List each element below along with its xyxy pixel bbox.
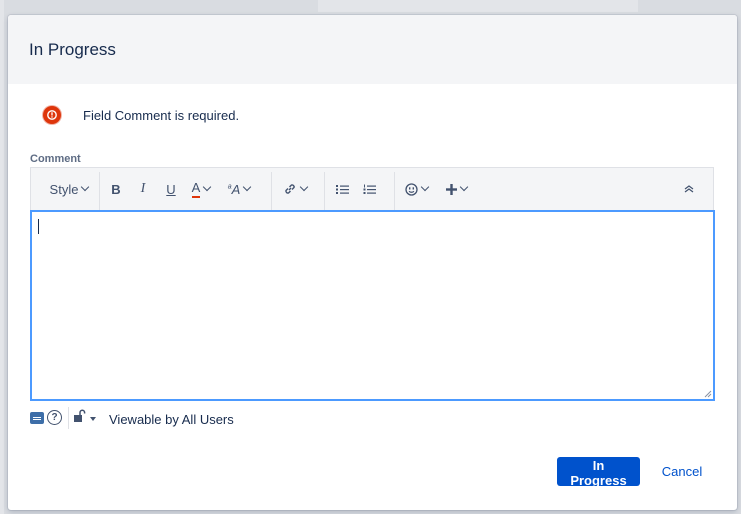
chevron-down-icon <box>243 182 252 192</box>
chevron-down-icon <box>81 182 90 192</box>
bullet-list-button[interactable] <box>331 168 353 210</box>
dialog-title: In Progress <box>29 40 116 59</box>
caret-down-icon <box>90 417 96 421</box>
comment-field-label: Comment <box>30 153 81 165</box>
underline-icon: U <box>166 181 176 197</box>
attachment-icon[interactable] <box>30 412 44 424</box>
editor-toolbar: Style B I U A aA <box>30 167 714 210</box>
text-color-button[interactable]: A <box>186 168 216 210</box>
emoji-button[interactable] <box>401 168 431 210</box>
style-dropdown[interactable]: Style <box>39 168 99 210</box>
text-caret <box>38 219 39 234</box>
help-icon[interactable]: ? <box>47 410 62 425</box>
dialog-header: In Progress <box>8 15 737 84</box>
error-message: Field Comment is required. <box>83 108 240 123</box>
numbered-list-button[interactable] <box>358 168 380 210</box>
emoji-icon <box>404 182 418 196</box>
chevron-down-icon <box>459 182 468 192</box>
toolbar-separator <box>99 172 100 210</box>
toolbar-separator <box>324 172 325 210</box>
submit-in-progress-button[interactable]: In Progress <box>557 457 640 488</box>
more-formatting-button[interactable]: aA <box>223 168 255 210</box>
bold-icon: B <box>111 181 121 197</box>
collapse-toolbar-button[interactable] <box>679 168 699 210</box>
bullet-list-icon <box>335 184 349 194</box>
plus-icon <box>445 183 457 195</box>
more-formatting-icon: aA <box>227 181 241 197</box>
transition-dialog: In Progress Field Comment is required. C… <box>8 15 737 510</box>
chevron-down-icon <box>299 182 309 192</box>
background-tile <box>318 0 638 12</box>
chevron-down-icon <box>420 182 429 192</box>
text-color-icon: A <box>191 180 201 198</box>
resize-handle-icon[interactable] <box>704 390 712 398</box>
italic-icon: I <box>140 181 146 196</box>
comment-editor[interactable] <box>30 210 715 401</box>
double-chevron-up-icon <box>684 185 694 193</box>
footer-separator <box>68 407 69 429</box>
visibility-label: Viewable by All Users <box>109 412 234 427</box>
bold-button[interactable]: B <box>105 168 127 210</box>
insert-more-button[interactable] <box>441 168 471 210</box>
chevron-down-icon <box>203 182 212 192</box>
underline-button[interactable]: U <box>160 168 182 210</box>
link-icon <box>285 184 295 194</box>
numbered-list-icon <box>363 184 376 194</box>
toolbar-separator <box>271 172 272 210</box>
error-icon <box>43 106 61 124</box>
style-dropdown-label: Style <box>49 181 79 197</box>
cancel-button[interactable]: Cancel <box>653 457 711 486</box>
italic-button[interactable]: I <box>132 168 154 210</box>
background-tile <box>0 0 4 514</box>
link-button[interactable] <box>277 168 313 210</box>
toolbar-separator <box>394 172 395 210</box>
visibility-selector[interactable] <box>74 409 100 427</box>
unlock-icon <box>74 409 86 422</box>
